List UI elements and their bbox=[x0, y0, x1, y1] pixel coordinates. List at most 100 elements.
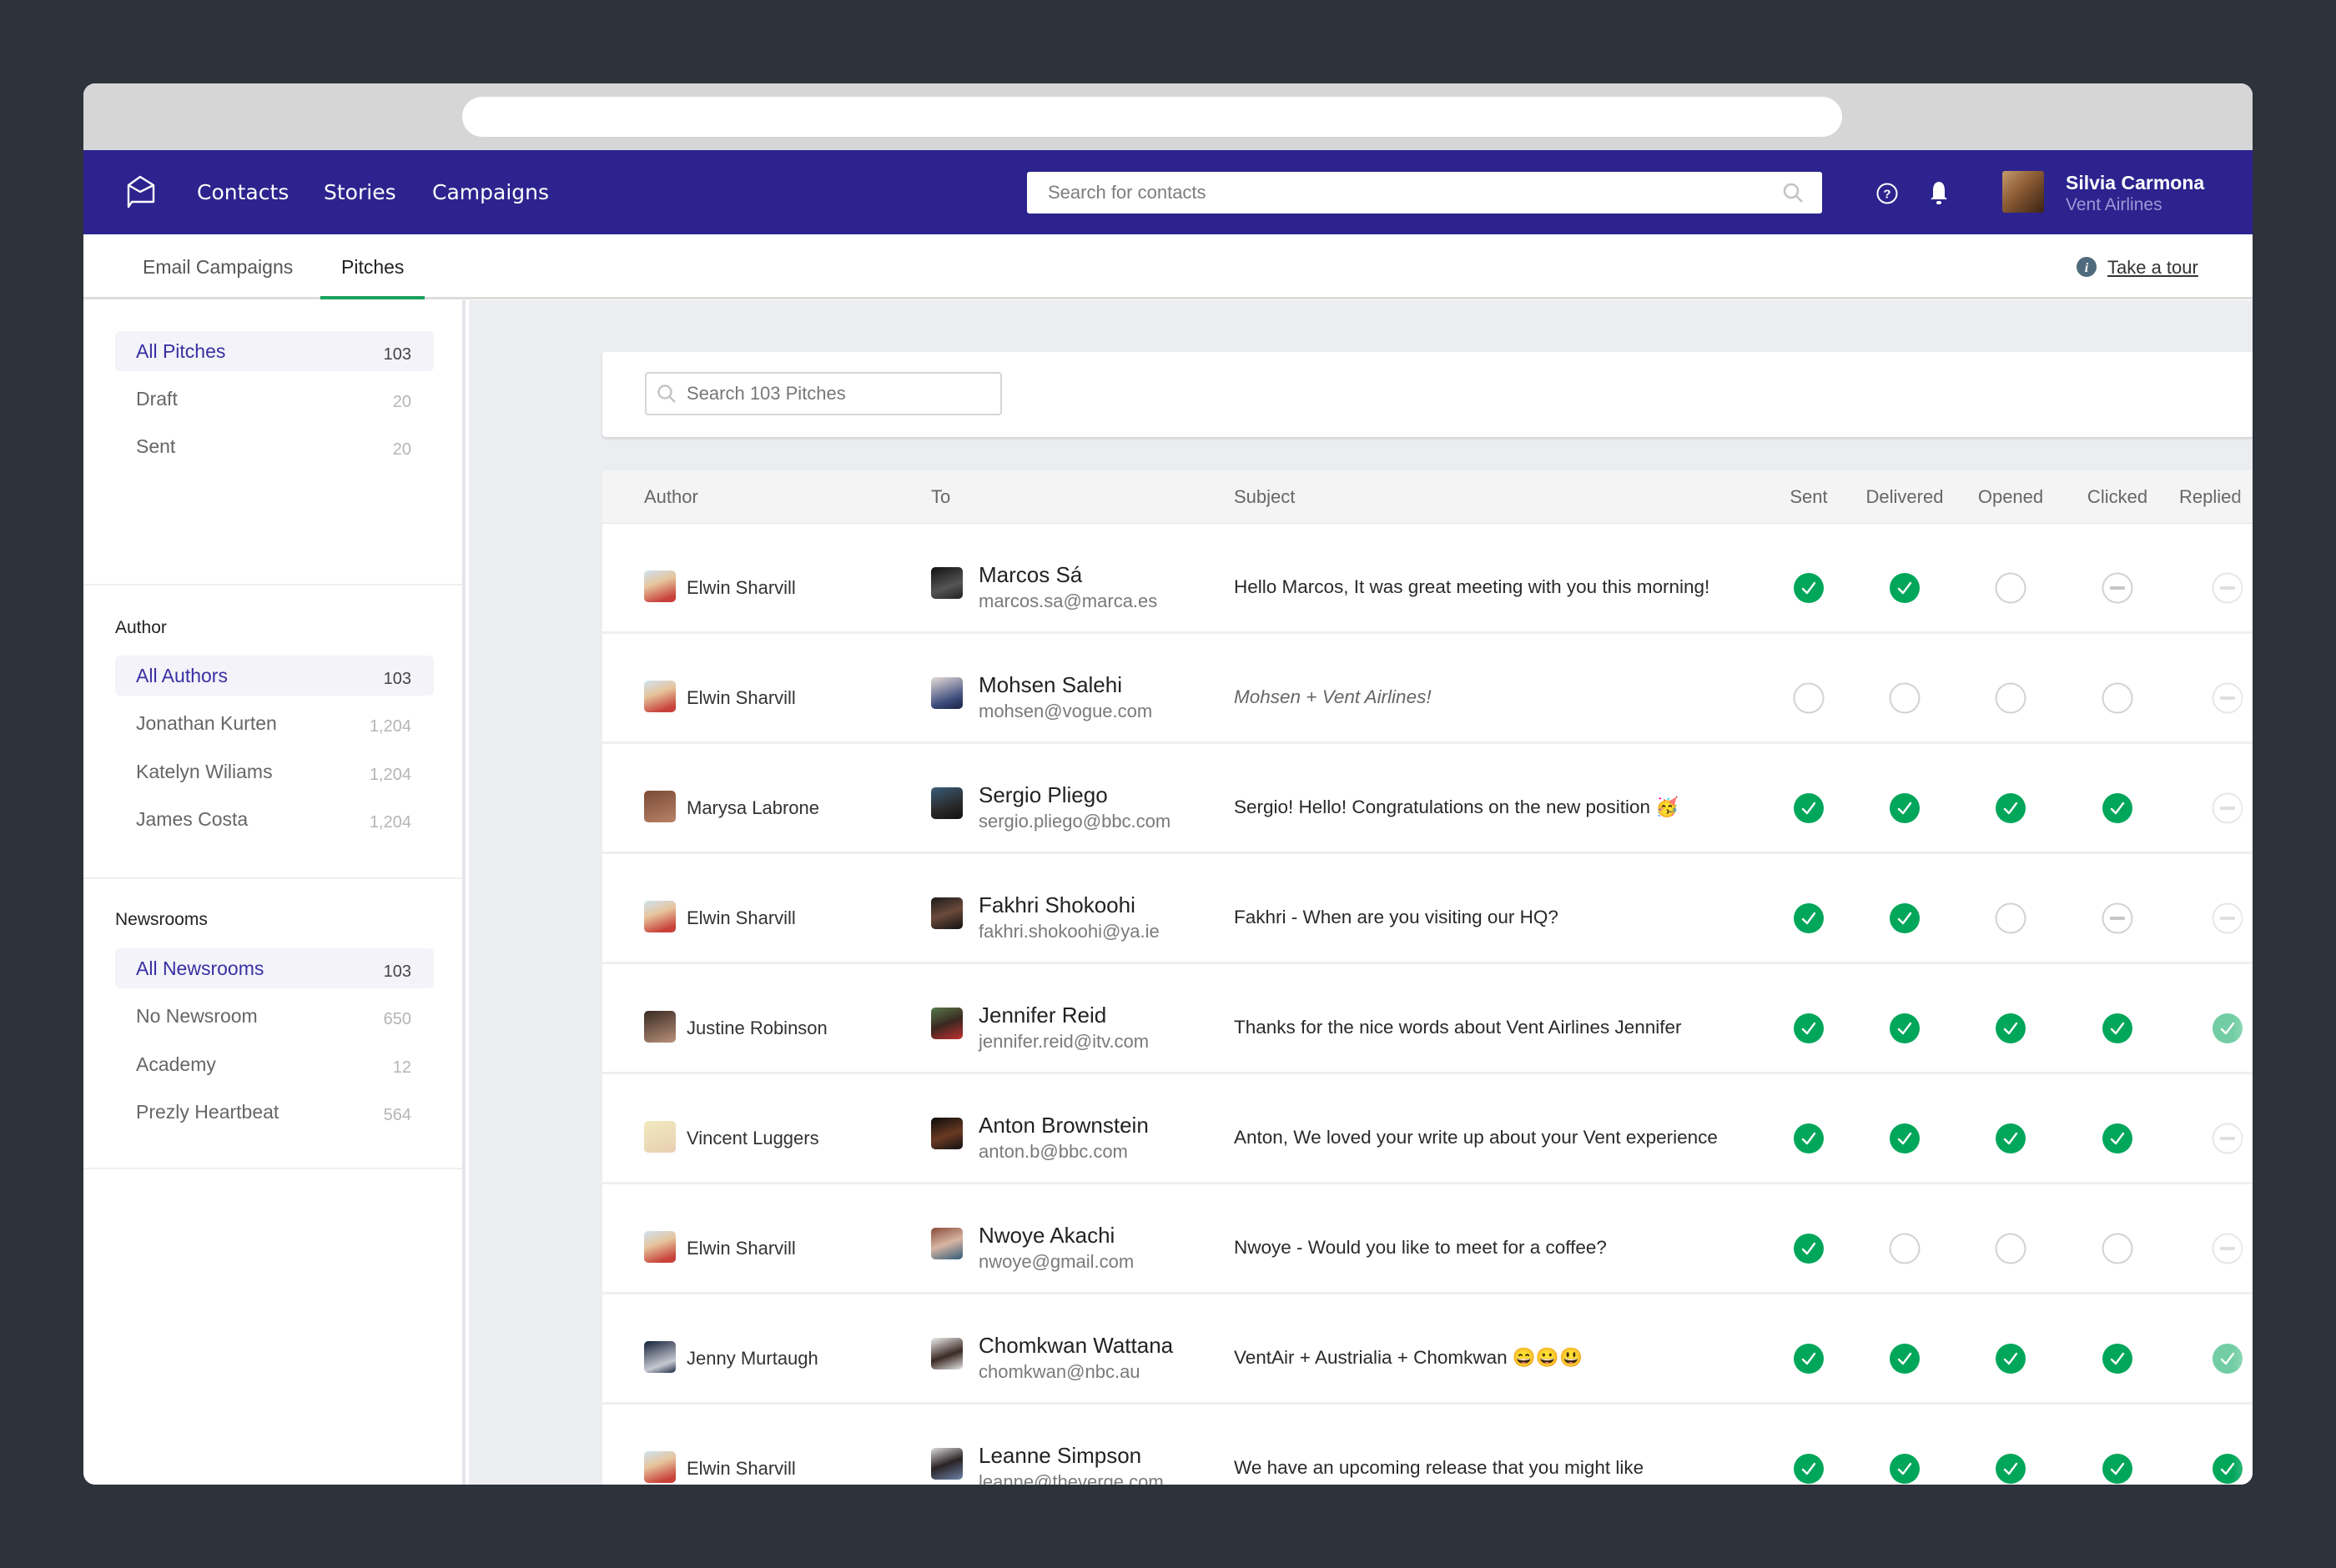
table-row[interactable]: Vincent Luggers Anton Brownstein anton.b@b… bbox=[602, 1074, 2253, 1184]
author-avatar bbox=[644, 1121, 676, 1153]
pitch-subject[interactable]: Thanks for the nice words about Vent Air… bbox=[1234, 1017, 1682, 1038]
clicked-check-icon bbox=[2102, 1013, 2133, 1044]
browser-window: Contacts Stories Campaigns ? Silvia Carm… bbox=[83, 83, 2253, 1485]
pitch-subject[interactable]: VentAir + Austrialia + Chomkwan 😄😀😃 bbox=[1234, 1347, 1583, 1369]
address-bar[interactable] bbox=[462, 97, 1842, 137]
recipient-name[interactable]: Fakhri Shokoohi bbox=[979, 892, 1135, 918]
pitch-subject[interactable]: Mohsen + Vent Airlines! bbox=[1234, 686, 1432, 708]
column-to[interactable]: To bbox=[931, 486, 950, 508]
table-row[interactable]: Elwin Sharvill Fakhri Shokoohi fakhri.shok… bbox=[602, 854, 2253, 964]
delivered-check-icon bbox=[1889, 902, 1921, 934]
sidebar-divider bbox=[83, 1168, 462, 1169]
filter-count: 20 bbox=[392, 393, 411, 411]
column-subject[interactable]: Subject bbox=[1234, 486, 1295, 508]
pitch-subject[interactable]: Sergio! Hello! Congratulations on the ne… bbox=[1234, 797, 1679, 818]
pitch-subject[interactable]: Fakhri - When are you visiting our HQ? bbox=[1234, 907, 1558, 928]
author-avatar bbox=[644, 1451, 676, 1483]
column-author[interactable]: Author bbox=[644, 486, 698, 508]
opened-check-icon bbox=[1995, 792, 2026, 824]
author-name: Elwin Sharvill bbox=[687, 1458, 796, 1479]
svg-text:i: i bbox=[2085, 261, 2089, 275]
prezly-logo-icon[interactable] bbox=[122, 173, 159, 210]
filter-author-jonathan-kurten[interactable]: Jonathan Kurten 1,204 bbox=[115, 703, 434, 743]
pitch-search-input[interactable] bbox=[687, 374, 1004, 414]
recipient-name[interactable]: Marcos Sá bbox=[979, 562, 1082, 588]
sub-navigation: Email Campaigns Pitches i Take a tour bbox=[83, 234, 2253, 299]
filter-count: 103 bbox=[383, 670, 411, 688]
table-row[interactable]: Elwin Sharvill Nwoye Akachi nwoye@gmail.co… bbox=[602, 1184, 2253, 1294]
table-row[interactable]: Marysa Labrone Sergio Pliego sergio.pliego… bbox=[602, 744, 2253, 854]
pitch-subject[interactable]: Hello Marcos, It was great meeting with … bbox=[1234, 576, 1709, 598]
clicked-check-icon bbox=[2102, 1453, 2133, 1485]
pitch-subject[interactable]: We have an upcoming release that you mig… bbox=[1234, 1457, 1644, 1479]
browser-chrome bbox=[83, 83, 2253, 150]
filter-prezly-heartbeat[interactable]: Prezly Heartbeat 564 bbox=[115, 1092, 434, 1132]
filter-label: Sent bbox=[136, 435, 176, 457]
filter-author-katelyn-wiliams[interactable]: Katelyn Wiliams 1,204 bbox=[115, 751, 434, 792]
table-row[interactable]: Elwin Sharvill Leanne Simpson leanne@theve… bbox=[602, 1405, 2253, 1485]
table-row[interactable]: Elwin Sharvill Marcos Sá marcos.sa@marca.e… bbox=[602, 524, 2253, 634]
delivered-check-icon bbox=[1889, 1013, 1921, 1044]
recipient-email: nwoye@gmail.com bbox=[979, 1251, 1135, 1272]
column-replied[interactable]: Replied bbox=[2179, 486, 2242, 508]
pitch-subject[interactable]: Nwoye - Would you like to meet for a cof… bbox=[1234, 1237, 1607, 1259]
pitches-table: Author To Subject Sent Delivered Opened … bbox=[602, 470, 2253, 1485]
filter-all-authors[interactable]: All Authors 103 bbox=[115, 656, 434, 696]
delivered-check-icon bbox=[1889, 792, 1921, 824]
recipient-avatar bbox=[931, 1448, 963, 1480]
pitch-subject[interactable]: Anton, We loved your write up about your… bbox=[1234, 1127, 1718, 1148]
filter-label: Prezly Heartbeat bbox=[136, 1101, 279, 1123]
recipient-name[interactable]: Sergio Pliego bbox=[979, 782, 1108, 808]
user-name[interactable]: Silvia Carmona bbox=[2066, 172, 2204, 194]
replied-not-applicable-icon bbox=[2212, 572, 2243, 604]
recipient-avatar bbox=[931, 1008, 963, 1039]
column-clicked[interactable]: Clicked bbox=[2087, 486, 2147, 508]
sent-check-icon bbox=[1793, 902, 1825, 934]
opened-pending-icon bbox=[1995, 902, 2026, 934]
notifications-bell-icon[interactable] bbox=[1927, 180, 1951, 205]
recipient-name[interactable]: Mohsen Salehi bbox=[979, 672, 1122, 698]
author-name: Elwin Sharvill bbox=[687, 577, 796, 598]
sidebar-divider bbox=[83, 584, 462, 585]
replied-not-applicable-icon bbox=[2212, 1123, 2243, 1154]
nav-stories[interactable]: Stories bbox=[324, 180, 396, 204]
recipient-email: sergio.pliego@bbc.com bbox=[979, 811, 1171, 832]
recipient-name[interactable]: Jennifer Reid bbox=[979, 1003, 1106, 1028]
recipient-email: chomkwan@nbc.au bbox=[979, 1361, 1140, 1382]
column-opened[interactable]: Opened bbox=[1978, 486, 2043, 508]
tab-pitches[interactable]: Pitches bbox=[320, 234, 426, 299]
table-row[interactable]: Justine Robinson Jennifer Reid jennifer.re… bbox=[602, 964, 2253, 1074]
take-a-tour-link[interactable]: Take a tour bbox=[2107, 257, 2198, 279]
filter-all-newsrooms[interactable]: All Newsrooms 103 bbox=[115, 948, 434, 988]
filter-sent[interactable]: Sent 20 bbox=[115, 426, 434, 466]
delivered-check-icon bbox=[1889, 1453, 1921, 1485]
recipient-name[interactable]: Anton Brownstein bbox=[979, 1113, 1149, 1138]
column-delivered[interactable]: Delivered bbox=[1866, 486, 1944, 508]
recipient-name[interactable]: Nwoye Akachi bbox=[979, 1223, 1115, 1249]
user-avatar[interactable] bbox=[2002, 171, 2044, 213]
author-heading: Author bbox=[115, 618, 167, 637]
nav-contacts[interactable]: Contacts bbox=[197, 180, 289, 204]
filter-all-pitches[interactable]: All Pitches 103 bbox=[115, 331, 434, 371]
nav-campaigns[interactable]: Campaigns bbox=[432, 180, 549, 204]
filter-count: 1,204 bbox=[369, 766, 411, 784]
filter-draft[interactable]: Draft 20 bbox=[115, 379, 434, 419]
filter-academy[interactable]: Academy 12 bbox=[115, 1044, 434, 1084]
svg-text:?: ? bbox=[1883, 188, 1890, 202]
table-row[interactable]: Elwin Sharvill Mohsen Salehi mohsen@vogue.… bbox=[602, 634, 2253, 744]
contact-search-input[interactable] bbox=[1027, 172, 1761, 214]
search-icon[interactable] bbox=[1782, 182, 1804, 204]
filter-no-newsroom[interactable]: No Newsroom 650 bbox=[115, 996, 434, 1036]
help-icon[interactable]: ? bbox=[1875, 182, 1899, 205]
filter-author-james-costa[interactable]: James Costa 1,204 bbox=[115, 799, 434, 839]
table-row[interactable]: Jenny Murtaugh Chomkwan Wattana chomkwan@n… bbox=[602, 1294, 2253, 1405]
contact-search bbox=[1027, 172, 1822, 214]
recipient-name[interactable]: Leanne Simpson bbox=[979, 1443, 1141, 1469]
filter-count: 564 bbox=[383, 1106, 411, 1124]
recipient-name[interactable]: Chomkwan Wattana bbox=[979, 1333, 1173, 1359]
tab-email-campaigns[interactable]: Email Campaigns bbox=[143, 234, 293, 299]
author-avatar bbox=[644, 901, 676, 932]
clicked-check-icon bbox=[2102, 1123, 2133, 1154]
column-sent[interactable]: Sent bbox=[1790, 486, 1827, 508]
author-avatar bbox=[644, 1341, 676, 1373]
